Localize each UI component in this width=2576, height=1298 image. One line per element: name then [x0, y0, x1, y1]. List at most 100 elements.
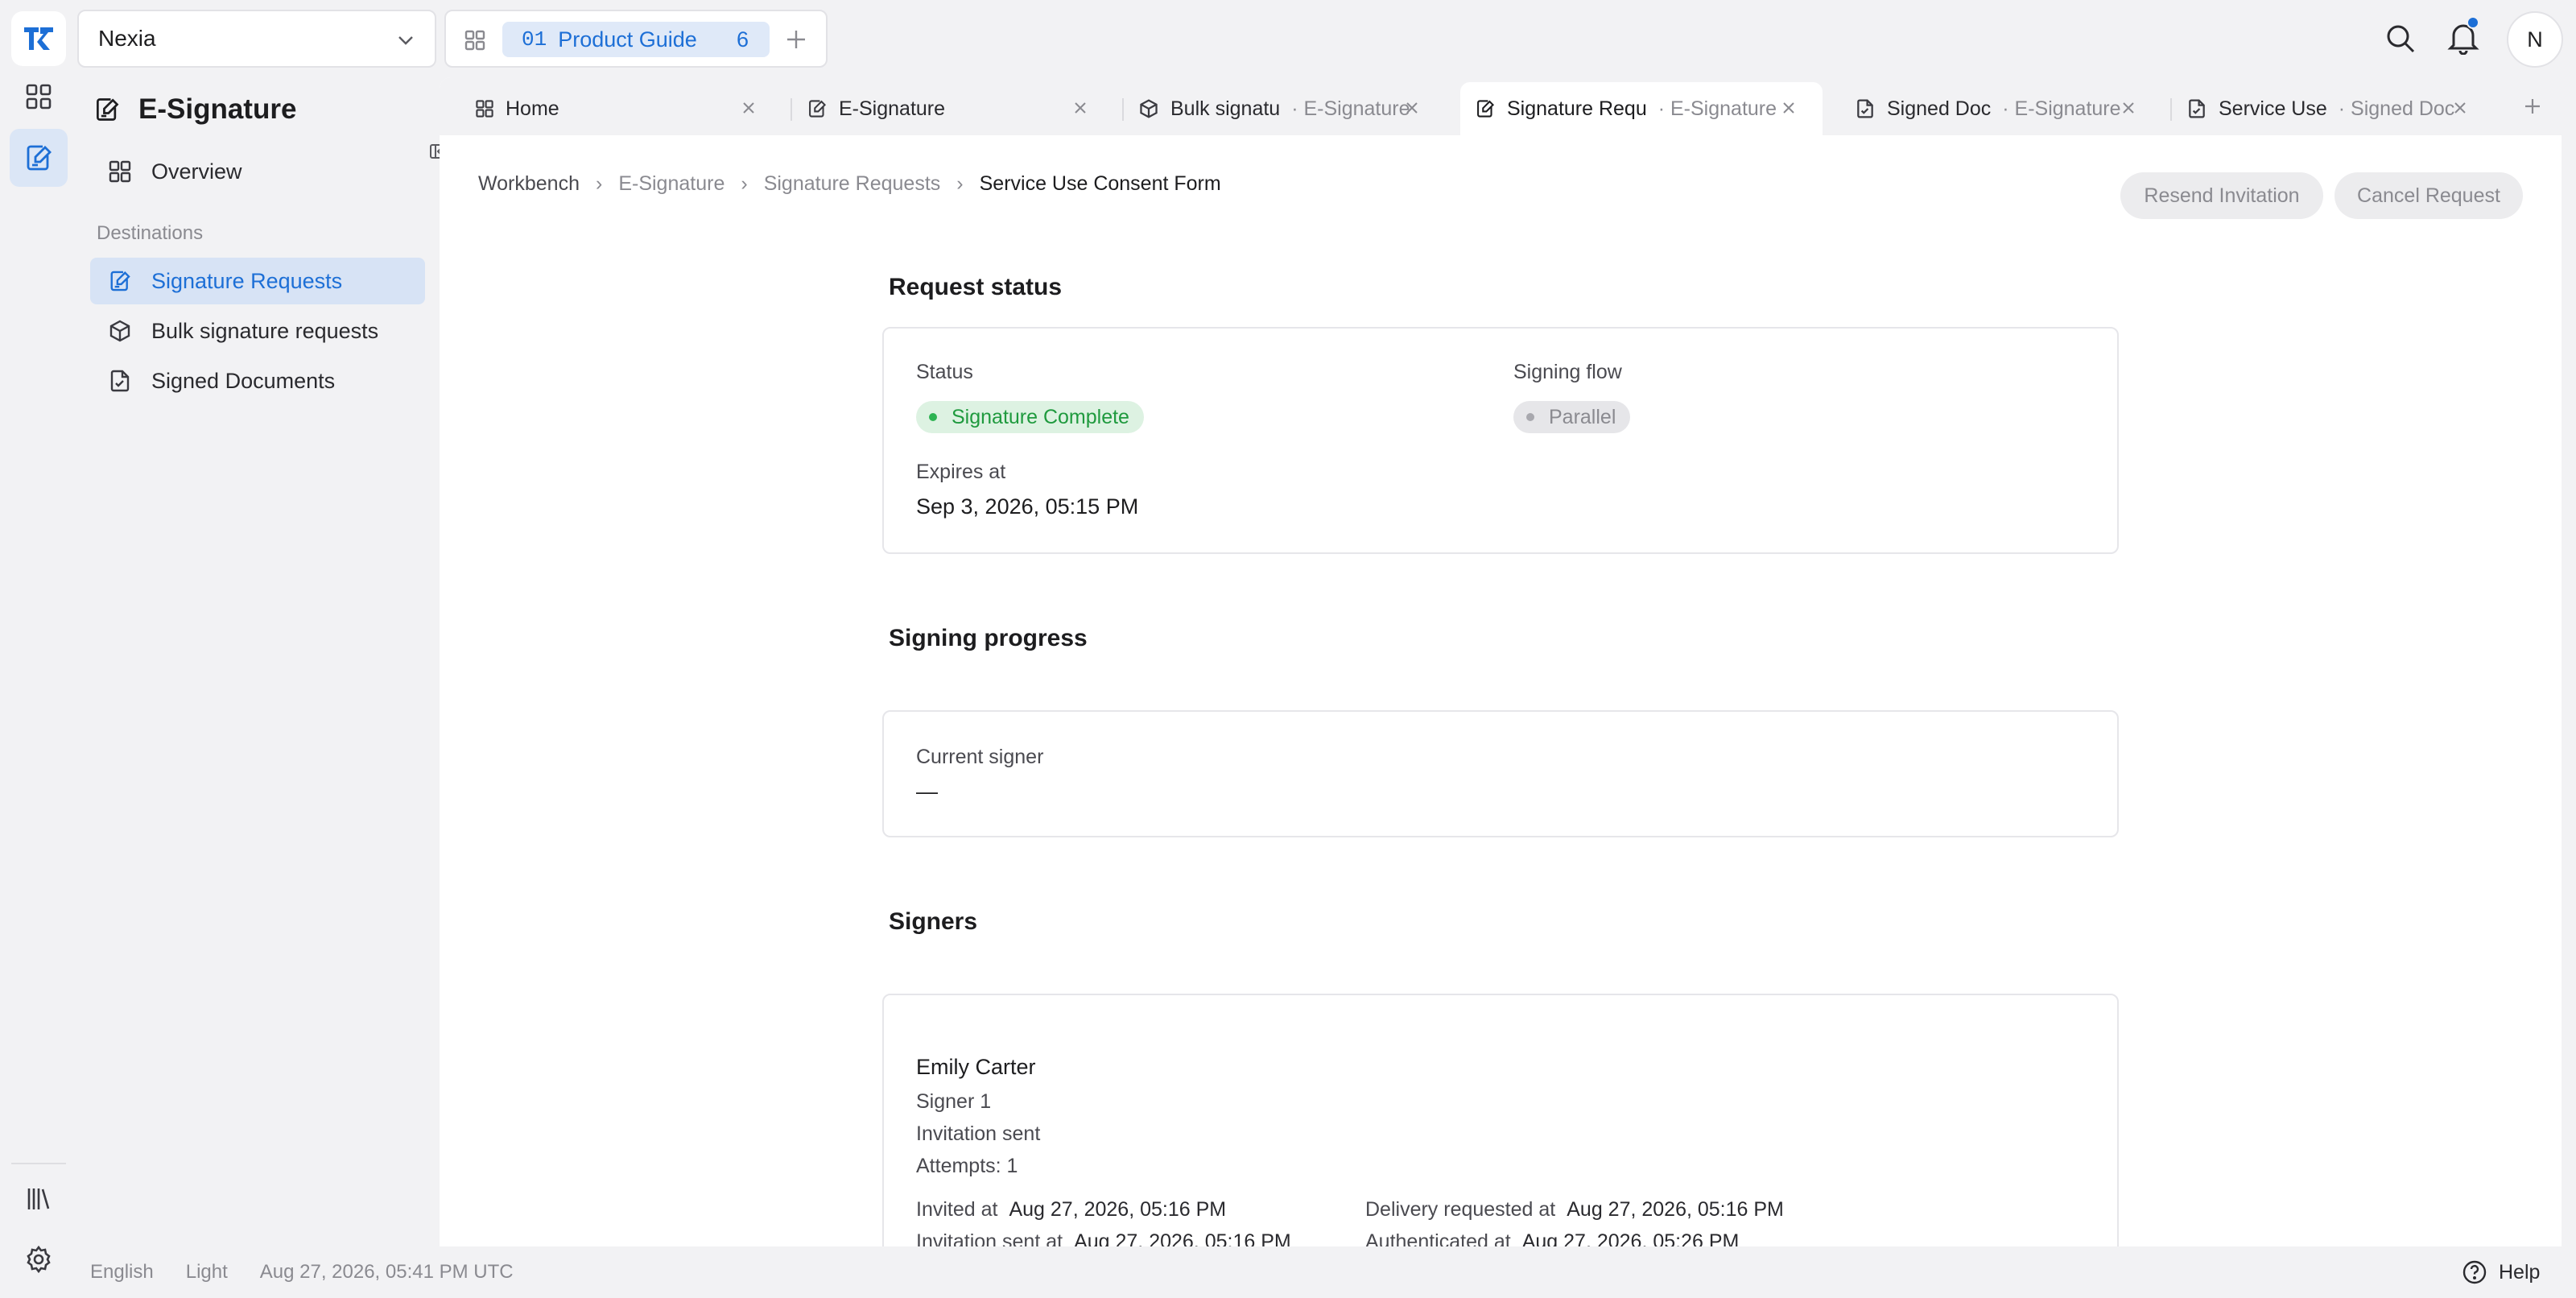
- breadcrumb-esignature[interactable]: E-Signature: [618, 172, 724, 196]
- invitation-sent-row: Invitation sent at Aug 27, 2026, 05:16 PM: [916, 1230, 1291, 1246]
- authenticated-row: Authenticated at Aug 27, 2026, 05:26 PM: [1365, 1230, 1739, 1246]
- signature-doc-icon: [1477, 100, 1495, 118]
- invitation-sent-value: Aug 27, 2026, 05:16 PM: [1074, 1230, 1291, 1246]
- signing-flow-text: Parallel: [1549, 405, 1616, 428]
- status-dot: [929, 413, 937, 421]
- sidebar-item-label: Bulk signature requests: [151, 318, 379, 343]
- signer-role: Signer 1: [916, 1090, 992, 1113]
- rail-divider: [11, 1163, 66, 1164]
- tab-sublabel: · Signed Doc: [2338, 97, 2455, 120]
- tab-service-use[interactable]: Service Use · Signed Doc: [2172, 82, 2494, 135]
- close-icon[interactable]: [2452, 100, 2468, 116]
- app-logo[interactable]: [11, 11, 66, 66]
- sidebar-item-overview[interactable]: Overview: [90, 148, 425, 195]
- server-time: Aug 27, 2026, 05:41 PM UTC: [259, 1261, 514, 1283]
- authenticated-label: Authenticated at: [1365, 1230, 1511, 1246]
- settings-button[interactable]: [10, 1230, 68, 1288]
- sidebar-item-signature-requests[interactable]: Signature Requests: [90, 258, 425, 304]
- breadcrumb-signature-requests[interactable]: Signature Requests: [764, 172, 941, 196]
- close-icon[interactable]: [1781, 100, 1797, 116]
- sidebar-title-text: E-Signature: [138, 93, 297, 125]
- tab-sublabel: · E-Signature: [2002, 97, 2121, 120]
- status-footer: English Light Aug 27, 2026, 05:41 PM UTC: [90, 1261, 546, 1284]
- avatar-initial: N: [2527, 27, 2543, 52]
- signer-name: Emily Carter: [916, 1055, 1036, 1079]
- search-icon[interactable]: [2384, 23, 2417, 55]
- breadcrumb-current: Service Use Consent Form: [979, 172, 1221, 195]
- new-tab-icon[interactable]: [2523, 97, 2542, 116]
- close-icon[interactable]: [1072, 100, 1088, 116]
- cancel-request-button[interactable]: Cancel Request: [2334, 172, 2523, 219]
- delivery-requested-row: Delivery requested at Aug 27, 2026, 05:16…: [1365, 1198, 1784, 1222]
- workspace-select[interactable]: Nexia: [77, 10, 436, 68]
- signature-doc-icon: [27, 145, 52, 171]
- signature-doc-icon: [97, 98, 119, 121]
- request-status-card: Status Signature Complete Signing flow P…: [882, 327, 2119, 554]
- sidebar-item-label: Overview: [151, 159, 242, 184]
- tab-label: Home: [506, 97, 559, 120]
- signature-doc-icon: [809, 100, 827, 118]
- left-rail: [0, 0, 77, 1298]
- expires-label: Expires at: [916, 461, 1006, 483]
- tab-label: Bulk signatu: [1170, 97, 1281, 120]
- signed-document-icon: [110, 370, 130, 392]
- help-link[interactable]: Help: [2462, 1259, 2540, 1285]
- tab-group-switcher: 01 Product Guide 6: [444, 10, 828, 68]
- resend-invitation-button[interactable]: Resend Invitation: [2120, 172, 2323, 219]
- content-tab-bar: Home E-Signature Bulk signatu · E-Signat…: [440, 77, 2562, 135]
- signing-flow-label: Signing flow: [1513, 361, 1622, 383]
- request-status-title: Request status: [889, 274, 1063, 300]
- close-icon[interactable]: [741, 100, 757, 116]
- signing-flow-badge: Parallel: [1513, 401, 1631, 433]
- gear-icon: [27, 1245, 51, 1274]
- tab-bulk-signature[interactable]: Bulk signatu · E-Signature: [1124, 82, 1446, 135]
- sidebar-item-label: Signature Requests: [151, 268, 343, 293]
- signing-progress-card: Current signer —: [882, 710, 2119, 837]
- sidebar-item-bulk-signature-requests[interactable]: Bulk signature requests: [90, 308, 425, 354]
- tab-sublabel: · E-Signature: [1291, 97, 1410, 120]
- signers-title: Signers: [889, 908, 978, 935]
- help-circle-icon: [2462, 1260, 2487, 1284]
- authenticated-value: Aug 27, 2026, 05:26 PM: [1521, 1230, 1740, 1246]
- sidebar-item-signed-documents[interactable]: Signed Documents: [90, 358, 425, 404]
- signer-attempts: Attempts: 1: [916, 1155, 1018, 1177]
- close-icon[interactable]: [1404, 100, 1420, 116]
- signer-state: Invitation sent: [916, 1122, 1041, 1145]
- expires-value: Sep 3, 2026, 05:15 PM: [916, 494, 1139, 519]
- user-avatar[interactable]: N: [2507, 11, 2563, 68]
- chevron-right-icon: ›: [596, 172, 603, 195]
- sidebar-title: E-Signature: [93, 93, 296, 126]
- breadcrumb-workbench[interactable]: Workbench: [478, 172, 580, 196]
- signer-card: Emily Carter Signer 1 Invitation sent At…: [882, 994, 2119, 1246]
- help-label: Help: [2499, 1260, 2541, 1284]
- delivery-requested-label: Delivery requested at: [1365, 1198, 1556, 1221]
- status-badge: Signature Complete: [916, 401, 1144, 433]
- signing-progress-title: Signing progress: [889, 625, 1088, 651]
- sidebar-item-label: Signed Documents: [151, 368, 336, 393]
- invited-at-row: Invited at Aug 27, 2026, 05:16 PM: [916, 1198, 1226, 1222]
- tab-signature-requests[interactable]: Signature Requ · E-Signature: [1460, 82, 1823, 135]
- close-icon[interactable]: [2120, 100, 2136, 116]
- apps-grid-button[interactable]: [10, 68, 68, 126]
- tab-group-chip[interactable]: 01 Product Guide 6: [502, 22, 770, 57]
- esignature-rail-button[interactable]: [10, 129, 68, 187]
- theme-switch[interactable]: Light: [186, 1261, 228, 1284]
- chevron-right-icon: ›: [741, 172, 748, 195]
- home-grid-icon: [476, 100, 493, 118]
- library-button[interactable]: [10, 1169, 68, 1227]
- sidebar-section-label: Destinations: [97, 222, 204, 244]
- tab-esignature[interactable]: E-Signature: [792, 82, 1114, 135]
- tab-home[interactable]: Home: [460, 82, 782, 135]
- language-switch[interactable]: English: [90, 1261, 154, 1284]
- tab-signed-documents[interactable]: Signed Doc · E-Signature: [1840, 82, 2162, 135]
- workspace-name: Nexia: [98, 26, 156, 51]
- notification-badge: [2467, 16, 2479, 29]
- signature-doc-icon: [110, 271, 130, 291]
- invited-at-label: Invited at: [916, 1198, 998, 1221]
- add-tab-group-icon[interactable]: [784, 27, 808, 52]
- overview-grid-icon: [109, 160, 131, 183]
- tab-sublabel: · E-Signature: [1657, 97, 1777, 120]
- delivery-requested-value: Aug 27, 2026, 05:16 PM: [1567, 1198, 1784, 1221]
- status-label: Status: [916, 361, 973, 383]
- tab-group-count: 6: [736, 27, 749, 52]
